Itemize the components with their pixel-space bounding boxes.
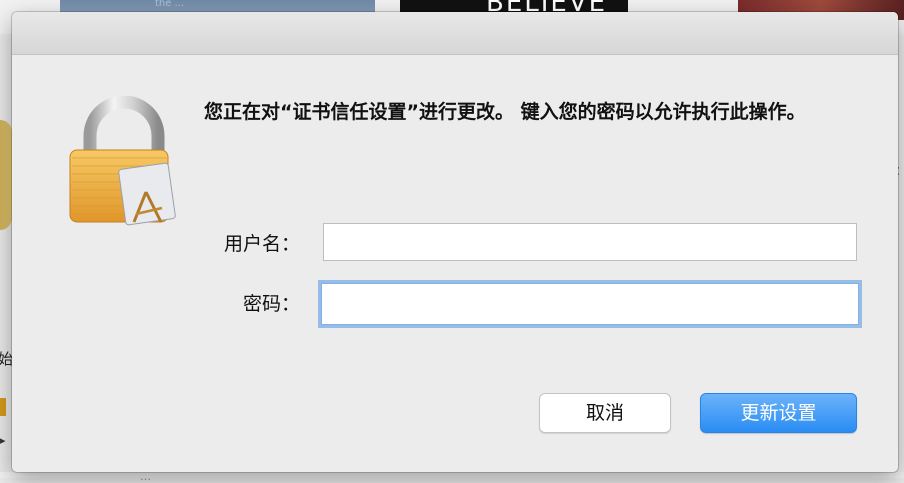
update-settings-button[interactable]: 更新设置 [700,393,857,433]
username-label: 用户名： [223,233,300,255]
disclosure-triangle-icon: ▸ [0,434,6,447]
lock-icon [69,96,176,226]
thumbnail-caption: the ... [155,0,185,9]
dialog-message: 您正在对“证书信任设置”进行更改。 键入您的密码以允许执行此操作。 [204,101,806,123]
background-icon [0,120,12,230]
folder-icon [0,398,6,416]
password-label: 密码： [242,293,300,315]
dialog-titlebar [12,12,898,55]
username-field[interactable] [323,223,857,261]
authentication-dialog: 您正在对“证书信任设置”进行更改。 键入您的密码以允许执行此操作。 用户名： 密… [12,12,898,472]
background-list [0,472,904,478]
background-panel [898,34,904,478]
cancel-button[interactable]: 取消 [539,393,671,433]
password-field[interactable] [321,283,859,325]
